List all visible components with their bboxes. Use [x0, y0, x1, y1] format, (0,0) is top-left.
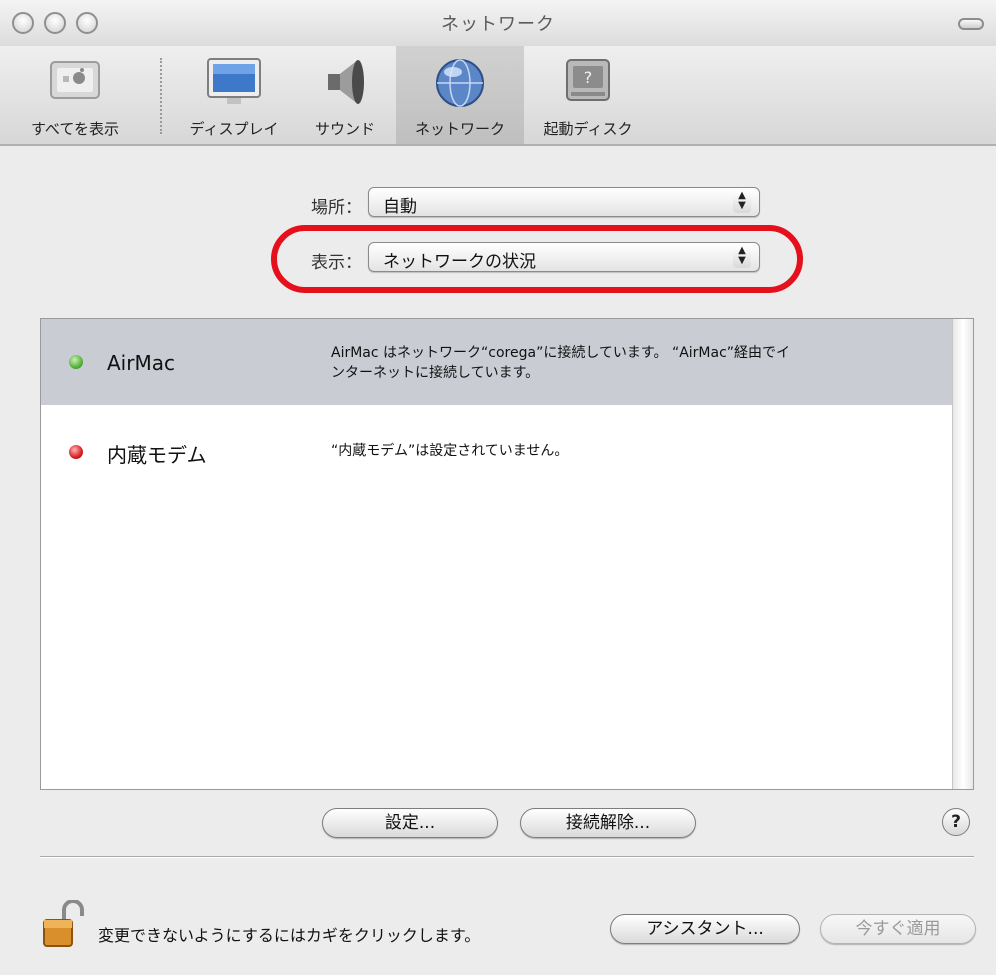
speaker-icon: [328, 60, 364, 104]
status-green-icon: [69, 355, 83, 369]
toolbar-item-label: 起動ディスク: [543, 120, 633, 138]
toolbar-toggle-button[interactable]: [958, 18, 984, 30]
disconnect-button[interactable]: 接続解除...: [520, 808, 696, 838]
svg-text:?: ?: [584, 68, 593, 87]
popup-arrows-icon: ▲ ▼: [733, 191, 751, 213]
service-description-line: AirMac はネットワーク“corega”に接続しています。 “AirMac”…: [331, 345, 791, 361]
service-name: AirMac: [107, 351, 175, 375]
divider: [40, 856, 974, 858]
highlight-annotation-ring: [271, 225, 803, 293]
assistant-button[interactable]: アシスタント...: [610, 914, 800, 944]
lock-instruction-text: 変更できないようにするにはカギをクリックします。: [98, 926, 481, 945]
list-scrollbar[interactable]: [952, 319, 973, 789]
help-button[interactable]: ?: [942, 808, 970, 836]
service-name: 内蔵モデム: [107, 443, 207, 467]
toolbar-item-startup-disk[interactable]: ? 起動ディスク: [526, 46, 650, 144]
toolbar-item-sound[interactable]: サウンド: [298, 46, 392, 144]
status-red-icon: [69, 445, 83, 459]
list-item-airmac[interactable]: AirMac AirMac はネットワーク“corega”に接続しています。 “…: [41, 319, 953, 405]
toolbar-separator: [160, 58, 162, 134]
window-title: ネットワーク: [441, 14, 555, 35]
list-item-internal-modem[interactable]: 内蔵モデム “内蔵モデム”は設定されていません。: [41, 405, 953, 485]
apply-now-button: 今すぐ適用: [820, 914, 976, 944]
title-bar[interactable]: ネットワーク: [0, 0, 996, 46]
lock-open-icon[interactable]: [38, 900, 86, 950]
network-globe-icon: [436, 59, 484, 107]
network-status-list[interactable]: AirMac AirMac はネットワーク“corega”に接続しています。 “…: [40, 318, 974, 790]
toolbar-item-label: すべてを表示: [30, 120, 120, 138]
show-all-icon: [50, 61, 100, 99]
location-popup-value: 自動: [383, 197, 417, 217]
display-icon: [207, 58, 261, 104]
toolbar-item-display[interactable]: ディスプレイ: [172, 46, 296, 144]
service-description: AirMac はネットワーク“corega”に接続しています。 “AirMac”…: [331, 343, 901, 383]
service-description-line: ンターネットに接続しています。: [331, 365, 540, 381]
service-description: “内蔵モデム”は設定されていません。: [331, 443, 569, 459]
location-label: 場所：: [311, 198, 362, 218]
toolbar-item-label: ネットワーク: [414, 120, 505, 138]
location-popup[interactable]: 自動 ▲ ▼: [368, 187, 760, 217]
configure-button[interactable]: 設定...: [322, 808, 498, 838]
toolbar-item-network[interactable]: ネットワーク: [396, 46, 524, 144]
startup-disk-icon: ?: [566, 59, 610, 101]
toolbar: すべてを表示 ディスプレイ サウンド ネットワーク ? 起動ディスク: [0, 46, 996, 146]
network-preferences-window: ネットワーク すべてを表示 ディスプレイ サウンド ネットワーク ? 起動ディス…: [0, 0, 996, 975]
toolbar-item-show-all[interactable]: すべてを表示: [0, 46, 150, 144]
toolbar-item-label: サウンド: [314, 120, 375, 138]
toolbar-item-label: ディスプレイ: [189, 120, 279, 138]
